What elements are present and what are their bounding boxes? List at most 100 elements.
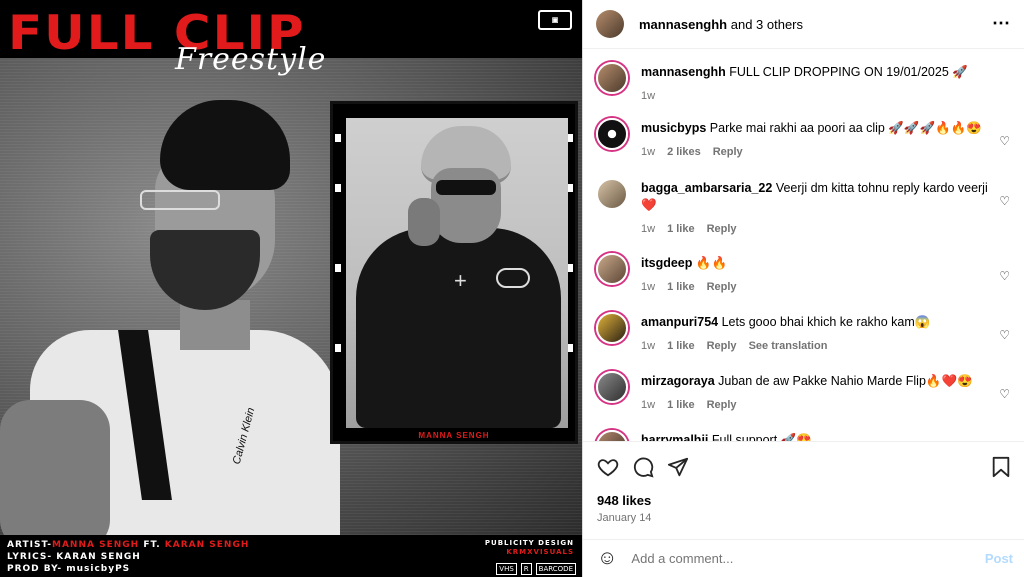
comment-body: itsgdeep 🔥🔥 1w 1 like Reply bbox=[641, 255, 996, 296]
hand-shape bbox=[408, 198, 440, 246]
comment-text: Full support 🚀😍 bbox=[711, 433, 812, 441]
comment-text: FULL CLIP DROPPING ON 19/01/2025 🚀 bbox=[729, 65, 968, 79]
credit-feat: KARAN SENGH bbox=[164, 540, 250, 550]
header-authors[interactable]: mannasenghh and 3 others bbox=[639, 17, 803, 32]
comment-likes[interactable]: 2 likes bbox=[667, 144, 701, 161]
credit-prod: PROD BY- musicbyPS bbox=[7, 564, 131, 574]
comment-time[interactable]: 1w bbox=[641, 279, 655, 296]
sprocket bbox=[335, 264, 341, 272]
comments-list[interactable]: mannasenghh FULL CLIP DROPPING ON 19/01/… bbox=[583, 52, 1024, 441]
header-others[interactable]: and 3 others bbox=[727, 17, 803, 32]
comment-meta: 1w 1 like Reply bbox=[641, 279, 996, 296]
reply-button[interactable]: Reply bbox=[707, 279, 737, 296]
publicity-name: KRMXVISUALS bbox=[506, 548, 574, 556]
comment-likes[interactable]: 1 like bbox=[667, 338, 695, 355]
save-bookmark-icon[interactable] bbox=[991, 456, 1011, 482]
avatar[interactable] bbox=[596, 371, 628, 403]
comment-username[interactable]: harrymalhii bbox=[641, 433, 708, 441]
like-comment-heart-icon[interactable]: ♡ bbox=[999, 194, 1010, 208]
post-panel: mannasenghh and 3 others ⋯ mannasenghh F… bbox=[582, 0, 1024, 577]
vhs-badge: VHS bbox=[496, 563, 517, 575]
emoji-icon[interactable]: ☺ bbox=[597, 547, 617, 570]
comment-username[interactable]: itsgdeep bbox=[641, 256, 692, 270]
tv-logo-icon: ▣ bbox=[538, 10, 572, 30]
share-icon[interactable] bbox=[667, 456, 689, 482]
avatar[interactable] bbox=[596, 62, 628, 94]
comment-icon[interactable] bbox=[632, 456, 654, 482]
more-options-icon[interactable]: ⋯ bbox=[992, 13, 1011, 34]
credit-artist-label: ARTIST- bbox=[7, 540, 53, 550]
avatar[interactable] bbox=[596, 312, 628, 344]
beard-shape bbox=[150, 230, 260, 310]
artist-portrait: Calvin Klein bbox=[0, 90, 340, 550]
reply-button[interactable]: Reply bbox=[713, 144, 743, 161]
comment-text: Parke mai rakhi aa poori aa clip 🚀🚀🚀🔥🔥😍 bbox=[709, 121, 982, 135]
comment-time[interactable]: 1w bbox=[641, 397, 655, 414]
comment-text: Lets gooo bhai khich ke rakho kam😱 bbox=[721, 315, 931, 329]
post-image[interactable]: Calvin Klein + MANNA SENGH FULL CLIP Fre… bbox=[0, 0, 582, 577]
like-comment-heart-icon[interactable]: ♡ bbox=[999, 269, 1010, 283]
hoodie-shape bbox=[356, 228, 561, 428]
likes-count[interactable]: 948 likes bbox=[597, 493, 651, 508]
comment-body: amanpuri754 Lets gooo bhai khich ke rakh… bbox=[641, 314, 996, 355]
reply-button[interactable]: Reply bbox=[707, 338, 737, 355]
avatar[interactable] bbox=[596, 178, 628, 210]
comment-username[interactable]: mirzagoraya bbox=[641, 374, 715, 388]
comment-time[interactable]: 1w bbox=[641, 221, 655, 238]
comment-meta: 1w 2 likes Reply bbox=[641, 144, 996, 161]
r-badge: R bbox=[520, 563, 532, 575]
see-translation-link[interactable]: See translation bbox=[749, 338, 828, 355]
add-comment-input[interactable] bbox=[631, 551, 962, 566]
avatar[interactable] bbox=[596, 253, 628, 285]
poster-credits: ARTIST-MANNA SENGH FT. KARAN SENGH LYRIC… bbox=[0, 535, 582, 577]
comment-likes[interactable]: 1 like bbox=[667, 397, 695, 414]
comment-text: Juban de aw Pakke Nahio Marde Flip🔥❤️😍 bbox=[718, 374, 973, 388]
like-heart-icon[interactable] bbox=[597, 456, 619, 482]
film-frame: + MANNA SENGH bbox=[330, 101, 578, 444]
hair-shape bbox=[160, 100, 290, 190]
post-actions: 948 likes January 14 bbox=[583, 441, 1024, 536]
comment-username[interactable]: musicbyps bbox=[641, 121, 706, 135]
comment-body: musicbyps Parke mai rakhi aa poori aa cl… bbox=[641, 120, 996, 161]
avatar[interactable] bbox=[596, 118, 628, 150]
credit-artist: MANNA SENGH bbox=[52, 540, 140, 550]
sprocket bbox=[335, 184, 341, 192]
comment-text: 🔥🔥 bbox=[695, 256, 728, 270]
badge-row: VHS R BARCODE bbox=[496, 563, 576, 575]
frame-caption: MANNA SENGH bbox=[418, 431, 490, 440]
badge-shape bbox=[496, 268, 530, 288]
comment-time[interactable]: 1w bbox=[641, 338, 655, 355]
reply-button[interactable]: Reply bbox=[707, 221, 737, 238]
comment-meta: 1w 1 like Reply bbox=[641, 397, 996, 414]
avatar[interactable] bbox=[596, 10, 624, 38]
plus-icon: + bbox=[454, 268, 467, 293]
comment-time[interactable]: 1w bbox=[641, 144, 655, 161]
arm-shape bbox=[0, 400, 110, 550]
sprocket bbox=[335, 134, 341, 142]
sprocket bbox=[335, 344, 341, 352]
credit-ft: FT. bbox=[139, 540, 165, 550]
comment-username[interactable]: amanpuri754 bbox=[641, 315, 718, 329]
comment-time[interactable]: 1w bbox=[641, 88, 655, 105]
poster-subtitle: Freestyle bbox=[175, 42, 327, 77]
credit-lyrics: LYRICS- KARAN SENGH bbox=[7, 552, 141, 562]
comment-meta: 1w 1 like Reply bbox=[641, 221, 996, 238]
comment-body: bagga_ambarsaria_22 Veerji dm kitta tohn… bbox=[641, 180, 996, 238]
comment-body: mirzagoraya Juban de aw Pakke Nahio Mard… bbox=[641, 373, 996, 414]
like-comment-heart-icon[interactable]: ♡ bbox=[999, 328, 1010, 342]
avatar[interactable] bbox=[596, 430, 628, 441]
comment-body: harrymalhii Full support 🚀😍 bbox=[641, 432, 996, 441]
comment-likes[interactable]: 1 like bbox=[667, 221, 695, 238]
header-username[interactable]: mannasenghh bbox=[639, 17, 727, 32]
post-header: mannasenghh and 3 others ⋯ bbox=[583, 0, 1024, 49]
comment-username[interactable]: bagga_ambarsaria_22 bbox=[641, 181, 772, 195]
reply-button[interactable]: Reply bbox=[707, 397, 737, 414]
post-date[interactable]: January 14 bbox=[597, 512, 651, 524]
credit-artist-line: ARTIST-MANNA SENGH FT. KARAN SENGH bbox=[7, 540, 249, 550]
post-comment-button[interactable]: Post bbox=[985, 551, 1013, 566]
comment-likes[interactable]: 1 like bbox=[667, 279, 695, 296]
like-comment-heart-icon[interactable]: ♡ bbox=[999, 387, 1010, 401]
sunglasses-shape bbox=[436, 180, 496, 195]
comment-username[interactable]: mannasenghh bbox=[641, 65, 726, 79]
like-comment-heart-icon[interactable]: ♡ bbox=[999, 134, 1010, 148]
